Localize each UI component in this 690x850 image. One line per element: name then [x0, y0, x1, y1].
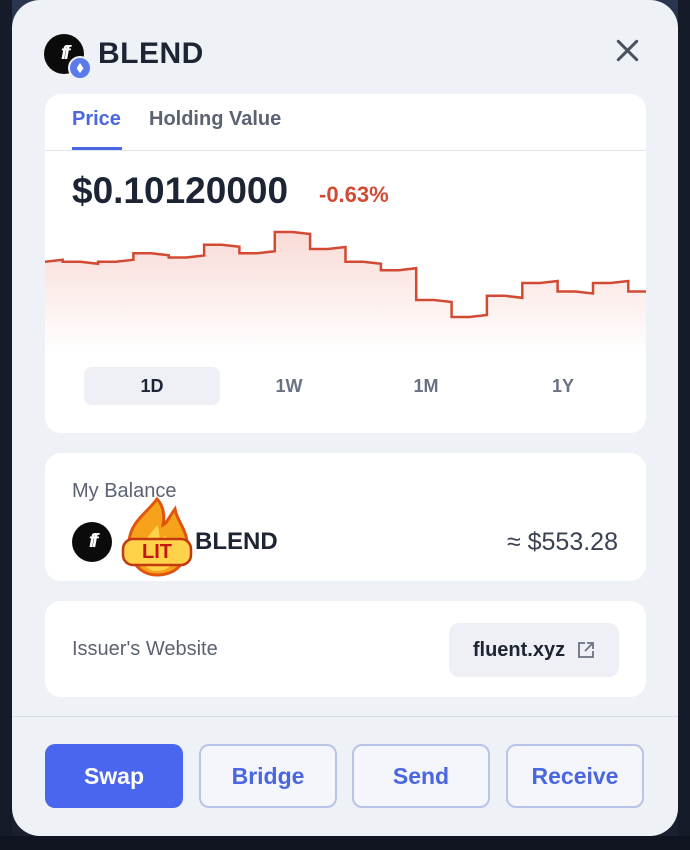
active-tab-indicator	[72, 147, 122, 150]
send-button[interactable]: Send	[352, 744, 490, 808]
range-1w-button[interactable]: 1W	[221, 367, 357, 405]
fluent-logo-icon: ff	[72, 522, 112, 562]
bridge-button[interactable]: Bridge	[199, 744, 337, 808]
issuer-label: Issuer's Website	[72, 638, 218, 660]
footer-divider	[12, 716, 678, 717]
background-right	[678, 0, 690, 850]
modal-header: ff BLEND	[44, 34, 204, 80]
balance-card: My Balance ff BLEND ≈ $553.28 LIT	[45, 453, 646, 581]
range-1y-button[interactable]: 1Y	[495, 367, 631, 405]
swap-button[interactable]: Swap	[45, 744, 183, 808]
tab-holding-value[interactable]: Holding Value	[149, 108, 281, 131]
token-detail-modal: ff BLEND Price Holding Value $0.10120000…	[12, 0, 678, 836]
issuer-link-text: fluent.xyz	[472, 638, 566, 661]
price-change: -0.63%	[319, 182, 389, 207]
background-left	[0, 0, 12, 850]
price-chart-card: Price Holding Value $0.10120000 -0.63% 1…	[45, 94, 646, 433]
range-1d-button[interactable]: 1D	[84, 367, 220, 405]
issuer-card: Issuer's Website fluent.xyz	[45, 601, 646, 697]
balance-fiat-value: ≈ $553.28	[506, 528, 618, 556]
background-bottom	[0, 836, 690, 850]
lit-fire-sticker-icon: LIT	[121, 496, 193, 577]
external-link-icon	[578, 642, 595, 658]
token-title: BLEND	[98, 37, 204, 70]
receive-button[interactable]: Receive	[506, 744, 644, 808]
tab-price[interactable]: Price	[72, 108, 121, 131]
close-icon[interactable]	[612, 35, 642, 65]
current-price: $0.10120000	[72, 170, 289, 211]
price-chart	[45, 230, 646, 352]
ethereum-icon	[68, 56, 92, 80]
chart-tabs: Price Holding Value	[45, 94, 646, 151]
balance-token-symbol: BLEND	[195, 528, 278, 555]
svg-text:LIT: LIT	[142, 541, 172, 563]
issuer-website-link[interactable]: fluent.xyz	[449, 623, 619, 677]
range-1m-button[interactable]: 1M	[358, 367, 494, 405]
fluent-logo-icon: ff	[44, 34, 92, 80]
